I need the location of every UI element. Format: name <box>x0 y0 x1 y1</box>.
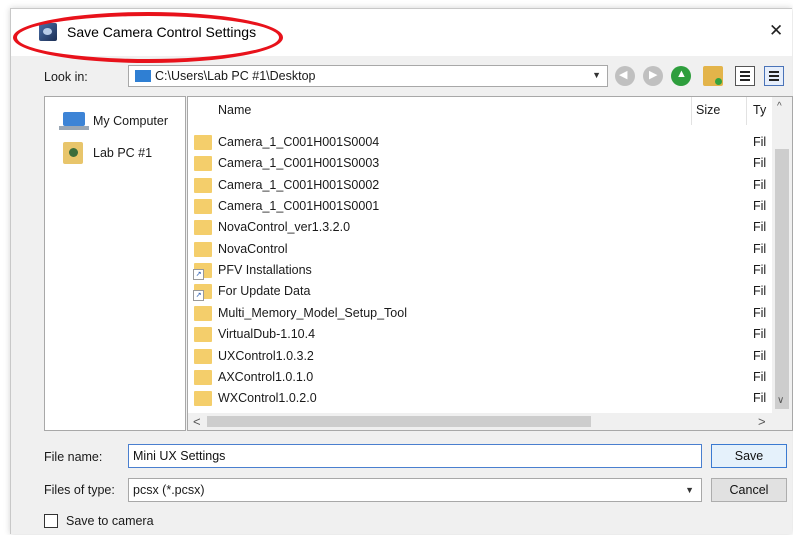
chevron-down-icon[interactable]: ▼ <box>592 70 601 80</box>
save-to-camera-checkbox[interactable] <box>44 514 58 528</box>
file-row[interactable]: UXControl1.0.3.2 Fil <box>188 346 768 367</box>
file-name: AXControl1.0.1.0 <box>218 369 314 384</box>
folder-icon <box>194 156 212 172</box>
file-type: Fil <box>753 220 767 235</box>
folder-shortcut-icon <box>193 263 212 281</box>
user-folder-icon <box>63 142 83 164</box>
file-type: Fil <box>753 199 767 214</box>
look-in-label: Look in: <box>44 70 88 84</box>
file-type: Fil <box>753 177 767 192</box>
horizontal-scroll-thumb[interactable] <box>207 416 591 427</box>
new-folder-icon[interactable] <box>703 66 723 86</box>
file-type: Fil <box>753 263 767 278</box>
save-button[interactable]: Save <box>711 444 787 468</box>
file-row[interactable]: Multi_Memory_Model_Setup_Tool Fil <box>188 303 768 324</box>
file-name: PFV Installations <box>218 263 312 278</box>
file-row[interactable]: NovaControl_ver1.3.2.0 Fil <box>188 217 768 238</box>
horizontal-scrollbar[interactable]: < > <box>188 413 772 430</box>
column-header-name[interactable]: Name <box>218 103 251 117</box>
file-row[interactable]: Camera_1_C001H001S0002 Fil <box>188 175 768 196</box>
file-name: WXControl1.0.2.0 <box>218 391 317 406</box>
file-name: Camera_1_C001H001S0004 <box>218 135 380 149</box>
scroll-left-icon[interactable]: < <box>193 414 201 429</box>
file-name: Camera_1_C001H001S0001 <box>218 199 380 214</box>
file-type-combo[interactable]: pcsx (*.pcsx) ▼ <box>128 478 702 502</box>
column-header-size[interactable]: Size <box>696 103 720 117</box>
file-name-input[interactable] <box>128 444 702 468</box>
file-name: VirtualDub-1.10.4 <box>218 327 316 342</box>
file-type-label: Files of type: <box>44 483 115 497</box>
list-view-icon[interactable] <box>735 66 755 86</box>
file-row[interactable]: NovaControl Fil <box>188 239 768 260</box>
folder-shortcut-icon <box>193 284 212 302</box>
title-highlight-ellipse <box>13 12 283 63</box>
column-separator[interactable] <box>691 97 692 125</box>
file-list: Name Size Ty Camera_1_C001H001S0004 Fil Ca… <box>187 96 793 431</box>
file-name: UXControl1.0.3.2 <box>218 348 314 363</box>
column-header-type[interactable]: Ty <box>753 103 766 117</box>
folder-icon <box>194 241 212 257</box>
file-name-label: File name: <box>44 450 103 464</box>
save-dialog: Save Camera Control Settings ✕ Look in: … <box>10 8 793 534</box>
chevron-down-icon[interactable]: ▼ <box>685 485 694 495</box>
scroll-down-icon[interactable]: ∨ <box>777 395 784 406</box>
file-type: Fil <box>753 369 767 384</box>
file-row[interactable]: Camera_1_C001H001S0004 Fil <box>188 132 768 153</box>
file-type-value: pcsx (*.pcsx) <box>133 483 205 497</box>
file-row[interactable]: Camera_1_C001H001S0003 Fil <box>188 153 768 174</box>
folder-icon <box>194 220 212 236</box>
up-folder-icon[interactable] <box>671 66 691 86</box>
file-name: NovaControl_ver1.3.2.0 <box>218 220 351 235</box>
file-type: Fil <box>753 241 767 256</box>
folder-icon <box>194 369 212 385</box>
places-sidebar: My Computer Lab PC #1 <box>44 96 186 431</box>
file-type: Fil <box>753 327 767 342</box>
desktop-folder-icon <box>135 70 151 82</box>
detail-view-icon[interactable] <box>764 66 784 86</box>
place-label: My Computer <box>93 114 169 128</box>
folder-icon <box>194 177 212 193</box>
file-row[interactable]: VirtualDub-1.10.4 Fil <box>188 324 768 345</box>
file-name: Camera_1_C001H001S0003 <box>218 156 380 171</box>
scroll-right-icon[interactable]: > <box>758 414 766 429</box>
look-in-combo[interactable]: C:\Users\Lab PC #1\Desktop ▼ <box>128 65 608 87</box>
forward-icon[interactable] <box>643 66 663 86</box>
file-type: Fil <box>753 135 767 149</box>
file-name: Camera_1_C001H001S0002 <box>218 177 380 192</box>
file-name: NovaControl <box>218 241 288 256</box>
file-type: Fil <box>753 348 767 363</box>
file-name: Multi_Memory_Model_Setup_Tool <box>218 305 407 320</box>
file-row[interactable]: PFV Installations Fil <box>188 260 768 281</box>
file-type: Fil <box>753 156 767 171</box>
file-type: Fil <box>753 305 767 320</box>
folder-icon <box>194 391 212 407</box>
close-button[interactable]: ✕ <box>769 21 783 41</box>
file-type: Fil <box>753 284 767 299</box>
vertical-scrollbar[interactable]: ^ ∨ <box>772 97 792 413</box>
title-bar: Save Camera Control Settings ✕ <box>11 9 792 63</box>
file-row[interactable]: WXControl1.0.2.0 Fil <box>188 388 768 409</box>
folder-icon <box>194 199 212 215</box>
cancel-button[interactable]: Cancel <box>711 478 787 502</box>
look-in-value: C:\Users\Lab PC #1\Desktop <box>155 69 316 83</box>
scroll-up-icon[interactable]: ^ <box>777 101 782 112</box>
column-separator[interactable] <box>746 97 747 125</box>
file-row[interactable]: AXControl1.0.1.0 Fil <box>188 367 768 388</box>
folder-icon <box>194 327 212 343</box>
file-name: For Update Data <box>218 284 311 299</box>
place-label: Lab PC #1 <box>93 146 153 160</box>
computer-icon <box>59 112 89 130</box>
file-row[interactable]: For Update Data Fil <box>188 281 768 302</box>
file-type: Fil <box>753 391 767 406</box>
file-list-header: Name Size Ty <box>188 97 792 125</box>
folder-icon <box>194 305 212 321</box>
folder-icon <box>194 348 212 364</box>
back-icon[interactable] <box>615 66 635 86</box>
folder-icon <box>194 135 212 150</box>
file-row[interactable]: Camera_1_C001H001S0001 Fil <box>188 196 768 217</box>
vertical-scroll-thumb[interactable] <box>775 149 789 409</box>
scrollbar-corner <box>772 413 792 430</box>
save-to-camera-label: Save to camera <box>66 514 154 528</box>
